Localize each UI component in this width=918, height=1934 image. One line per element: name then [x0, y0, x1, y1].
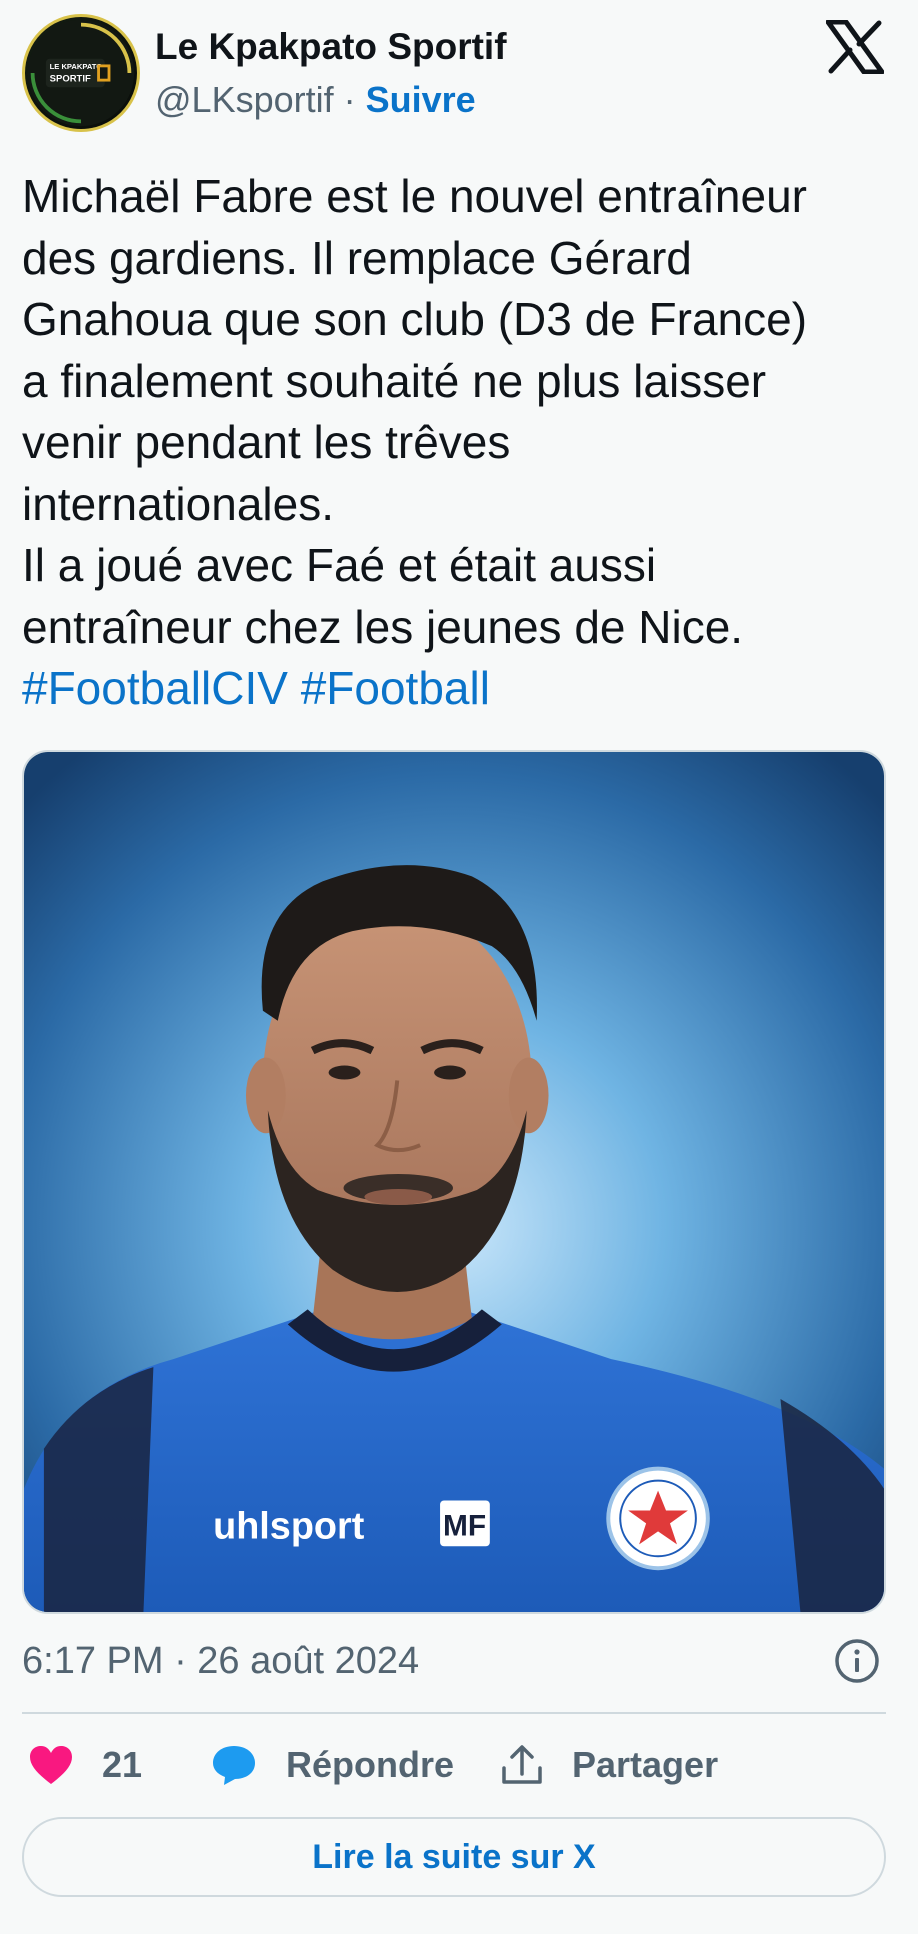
heart-icon	[30, 1746, 72, 1784]
info-icon[interactable]	[834, 1638, 880, 1684]
x-logo-icon[interactable]	[826, 20, 884, 74]
tweet-photo[interactable]: uhlsport MF	[22, 750, 886, 1614]
divider	[22, 1712, 886, 1714]
tweet-line: entraîneur chez les jeunes de Nice.	[22, 600, 744, 653]
player-portrait: uhlsport MF	[24, 752, 884, 1612]
handle-line: @LKsportif · Suivre	[155, 78, 476, 122]
like-button[interactable]: 21	[28, 1740, 142, 1790]
share-icon	[502, 1745, 542, 1784]
account-name[interactable]: Le Kpakpato Sportif	[155, 24, 507, 70]
shirt-brand-text: uhlsport	[213, 1505, 365, 1547]
account-avatar[interactable]: LE KPAKPATO SPORTIF	[22, 14, 140, 132]
share-button[interactable]: Partager	[500, 1740, 718, 1790]
avatar-text-bottom: SPORTIF	[50, 74, 91, 85]
tweet-card: LE KPAKPATO SPORTIF Le Kpakpato Sportif …	[0, 0, 918, 1934]
tweet-line: venir pendant les trêves	[22, 416, 511, 468]
reply-label: Répondre	[286, 1744, 455, 1785]
account-handle[interactable]: @LKsportif	[155, 79, 334, 120]
tweet-timestamp[interactable]: 6:17 PM · 26 août 2024	[22, 1636, 419, 1686]
tweet-line: a finalement souhaité ne plus laisser	[22, 354, 767, 407]
share-label: Partager	[572, 1744, 719, 1785]
hashtag-link[interactable]: #FootballCIV	[22, 662, 288, 714]
tweet-line: Il a joué avec Faé et était aussi	[22, 539, 657, 591]
tweet-line: Michaël Fabre est le nouvel entraîneur	[22, 170, 807, 222]
handle-separator: ·	[333, 79, 366, 120]
tweet-line: Gnahoua que son club (D3 de France)	[22, 293, 808, 345]
shirt-initials-text: MF	[443, 1509, 486, 1542]
reply-button[interactable]: Répondre	[210, 1740, 454, 1790]
hashtag-line: #FootballCIV #Football	[22, 658, 902, 720]
tweet-text: Michaël Fabre est le nouvel entraîneur d…	[22, 166, 902, 720]
reply-bubble-icon	[213, 1746, 255, 1785]
avatar-logo: LE KPAKPATO SPORTIF	[27, 19, 135, 127]
hashtag-link[interactable]: #Football	[301, 662, 490, 714]
like-count: 21	[102, 1744, 143, 1785]
follow-button[interactable]: Suivre	[366, 79, 476, 120]
tweet-line: internationales.	[22, 477, 334, 530]
tweet-line: des gardiens. Il remplace Gérard	[22, 231, 692, 284]
read-more-button[interactable]: Lire la suite sur X	[22, 1817, 886, 1897]
avatar-text-top: LE KPAKPATO	[50, 62, 103, 71]
